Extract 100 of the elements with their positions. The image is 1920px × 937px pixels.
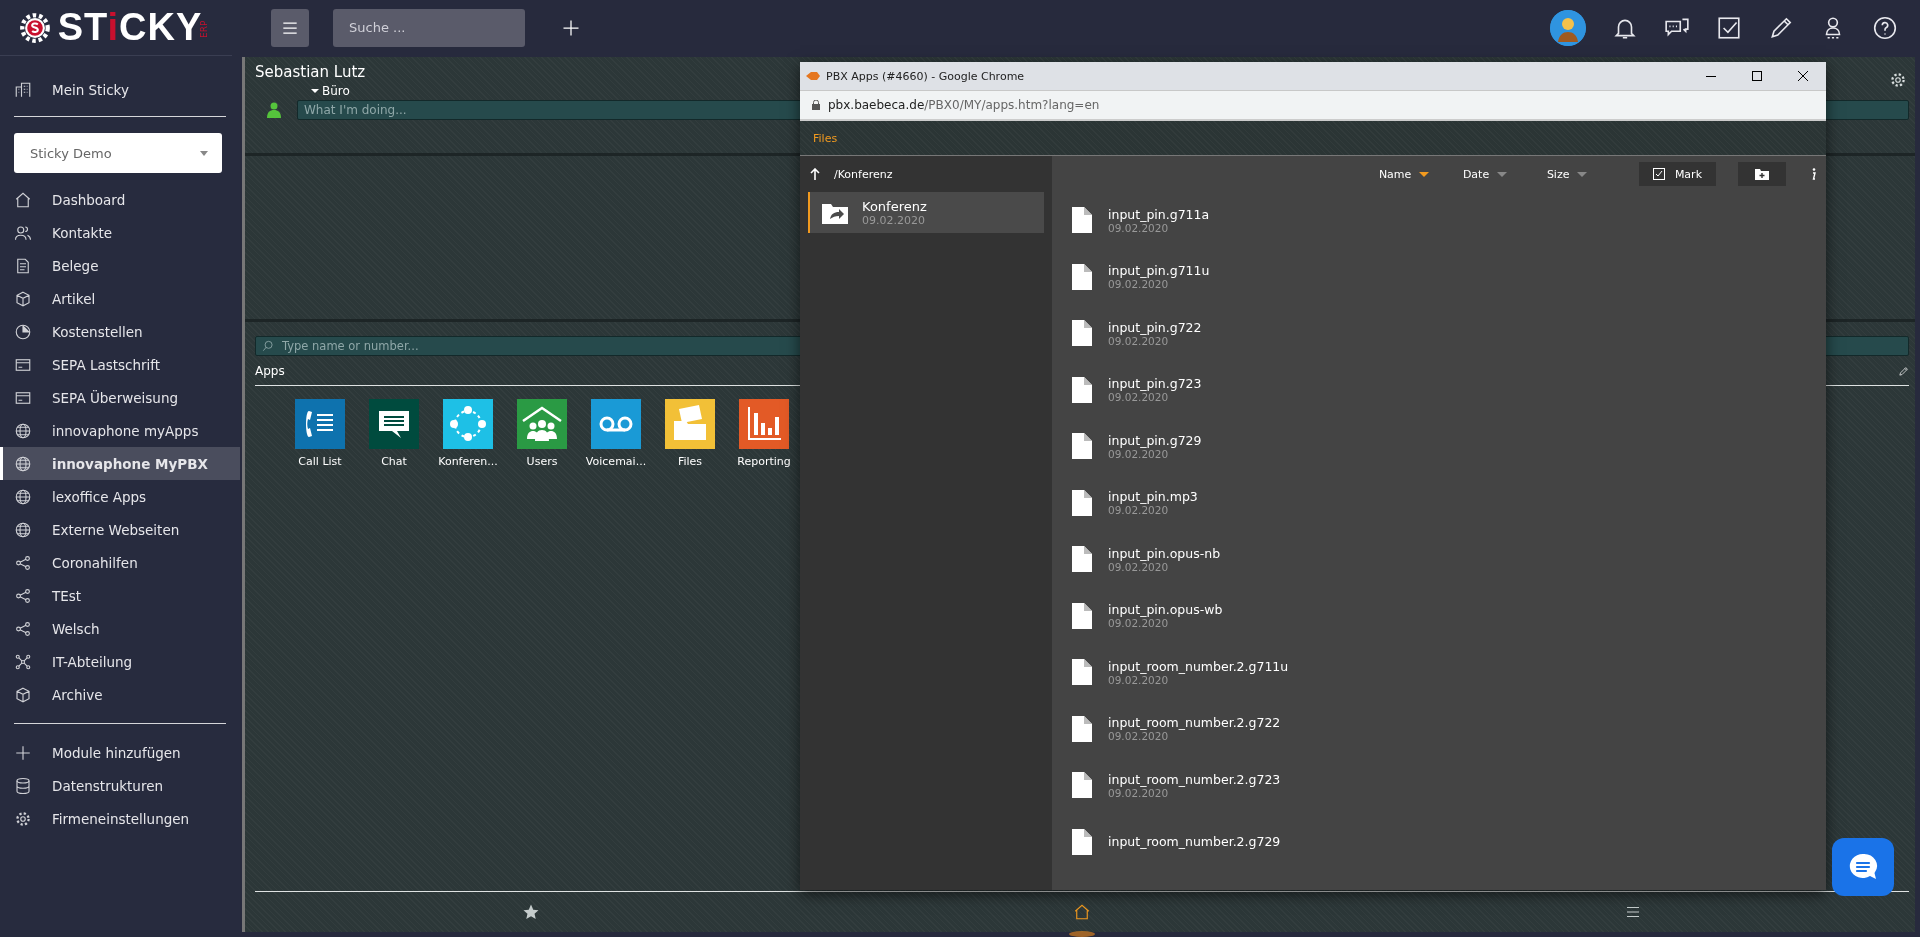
- file-item[interactable]: input_pin.g729 09.02.2020: [1072, 418, 1826, 475]
- file-item[interactable]: input_pin.opus-wb 09.02.2020: [1072, 587, 1826, 644]
- sort-column[interactable]: Name: [1378, 166, 1463, 182]
- folder-plus-icon: [1755, 168, 1769, 180]
- chat-button[interactable]: [1832, 838, 1894, 896]
- folder-item[interactable]: Konferenz 09.02.2020: [808, 192, 1044, 233]
- app-label[interactable]: Voicemai...: [585, 455, 647, 468]
- app-label[interactable]: Reporting: [737, 455, 791, 468]
- sidebar-item[interactable]: IT-Abteilung: [0, 645, 240, 678]
- document-icon: [14, 256, 32, 275]
- app-label[interactable]: Files: [677, 455, 703, 468]
- globe-icon: [14, 454, 32, 473]
- sidebar-item[interactable]: Coronahilfen: [0, 546, 240, 579]
- house-icon: [1073, 903, 1091, 921]
- new-folder-button[interactable]: [1738, 162, 1786, 186]
- file-item[interactable]: input_room_number.2.g722 09.02.2020: [1072, 700, 1826, 757]
- settings-icon[interactable]: [1889, 71, 1907, 89]
- share-icon: [14, 553, 32, 572]
- avatar[interactable]: [1550, 9, 1586, 46]
- pencil-icon[interactable]: [1898, 365, 1909, 377]
- sidebar-item[interactable]: Artikel: [0, 282, 240, 315]
- file-item[interactable]: input_room_number.2.g729: [1072, 813, 1826, 870]
- box-icon: [14, 685, 32, 704]
- location-label[interactable]: Büro: [322, 84, 350, 98]
- share-icon: [14, 586, 32, 605]
- files-tab[interactable]: Files: [813, 131, 838, 145]
- box-icon: [14, 289, 32, 308]
- search-field[interactable]: Suche ...: [333, 8, 525, 47]
- share-icon: [14, 619, 32, 638]
- lock-icon: [812, 100, 820, 110]
- sort-column[interactable]: Date: [1462, 166, 1547, 182]
- file-item[interactable]: input_pin.g722 09.02.2020: [1072, 305, 1826, 362]
- sidebar-item[interactable]: Firmeneinstellungen: [0, 802, 240, 835]
- logo-icon: [17, 10, 52, 45]
- sidebar-item[interactable]: TEst: [0, 579, 240, 612]
- sidebar-item[interactable]: Belege: [0, 249, 240, 282]
- sidebar-item[interactable]: Mein Sticky: [0, 72, 240, 108]
- checkbox-icon: [1652, 168, 1665, 180]
- sidebar-item[interactable]: Datenstrukturen: [0, 769, 240, 802]
- file-item[interactable]: input_room_number.2.g723 09.02.2020: [1072, 757, 1826, 814]
- file-icon: [1072, 715, 1092, 742]
- close-icon: [1798, 71, 1808, 81]
- app-logo-icon: [806, 71, 820, 81]
- maximize-icon: [1752, 71, 1762, 81]
- user-name: Sebastian Lutz: [255, 63, 366, 81]
- sidebar-item[interactable]: lexoffice Apps: [0, 480, 240, 513]
- sidebar-item[interactable]: Module hinzufügen: [0, 736, 240, 769]
- file-icon: [1072, 207, 1092, 234]
- file-icon: [1072, 772, 1092, 799]
- file-icon: [1072, 546, 1092, 573]
- checkbox-icon[interactable]: [1716, 14, 1742, 41]
- section-title: Apps: [255, 364, 285, 378]
- app-label[interactable]: Users: [526, 455, 558, 468]
- app-icon[interactable]: [369, 399, 419, 449]
- file-icon: [1072, 602, 1092, 629]
- nav-button[interactable]: [521, 903, 540, 921]
- people-icon: [14, 223, 32, 242]
- up-arrow-icon[interactable]: [810, 168, 820, 180]
- window-title: PBX Apps (#4660) - Google Chrome: [826, 69, 1025, 83]
- file-item[interactable]: input_pin.g711a 09.02.2020: [1072, 192, 1826, 249]
- sidebar-item[interactable]: Archive: [0, 678, 240, 711]
- building-icon: [14, 81, 32, 99]
- menu-button[interactable]: [271, 8, 309, 47]
- sidebar-item[interactable]: SEPA Lastschrift: [0, 348, 240, 381]
- file-icon: [1072, 489, 1092, 516]
- app-label[interactable]: Chat: [381, 455, 407, 468]
- sidebar-item[interactable]: innovaphone MyPBX: [0, 447, 240, 480]
- file-item[interactable]: input_room_number.2.g711u 09.02.2020: [1072, 644, 1826, 701]
- info-icon[interactable]: [1810, 167, 1816, 181]
- logo-label: ERP: [199, 20, 210, 38]
- file-item[interactable]: input_pin.g711u 09.02.2020: [1072, 248, 1826, 305]
- file-item[interactable]: input_pin.mp3 09.02.2020: [1072, 474, 1826, 531]
- workspace-dropdown[interactable]: Sticky Demo: [14, 133, 222, 173]
- url-text[interactable]: pbx.baebeca.de/PBX0/MY/apps.htm?lang=en: [828, 98, 1100, 112]
- settings-icon: [14, 809, 32, 828]
- file-icon: [1072, 320, 1092, 347]
- globe-icon: [14, 487, 32, 506]
- search-icon: [261, 339, 275, 353]
- house-icon: [14, 190, 32, 209]
- sidebar-item[interactable]: innovaphone myApps: [0, 414, 240, 447]
- file-item[interactable]: input_pin.g723 09.02.2020: [1072, 361, 1826, 418]
- app-label[interactable]: Konferen...: [438, 455, 498, 468]
- sidebar-item[interactable]: Externe Webseiten: [0, 513, 240, 546]
- sidebar-item[interactable]: Kostenstellen: [0, 315, 240, 348]
- sidebar-item[interactable]: Kontakte: [0, 216, 240, 249]
- app-icon[interactable]: [295, 399, 345, 449]
- sidebar-item[interactable]: Welsch: [0, 612, 240, 645]
- help-icon[interactable]: [1872, 14, 1898, 41]
- sort-column[interactable]: Size: [1546, 166, 1631, 182]
- file-item[interactable]: input_pin.opus-nb 09.02.2020: [1072, 531, 1826, 588]
- folder-icon: [822, 201, 848, 224]
- user-icon: [267, 102, 281, 118]
- app-label[interactable]: Call List: [298, 455, 342, 468]
- sidebar-item[interactable]: Dashboard: [0, 183, 240, 216]
- mark-button[interactable]: Mark: [1638, 162, 1716, 186]
- sidebar-item[interactable]: SEPA Überweisung: [0, 381, 240, 414]
- database-icon: [14, 776, 32, 795]
- pie-chart-icon: [14, 322, 32, 341]
- globe-icon: [14, 421, 32, 440]
- file-icon: [1072, 433, 1092, 460]
